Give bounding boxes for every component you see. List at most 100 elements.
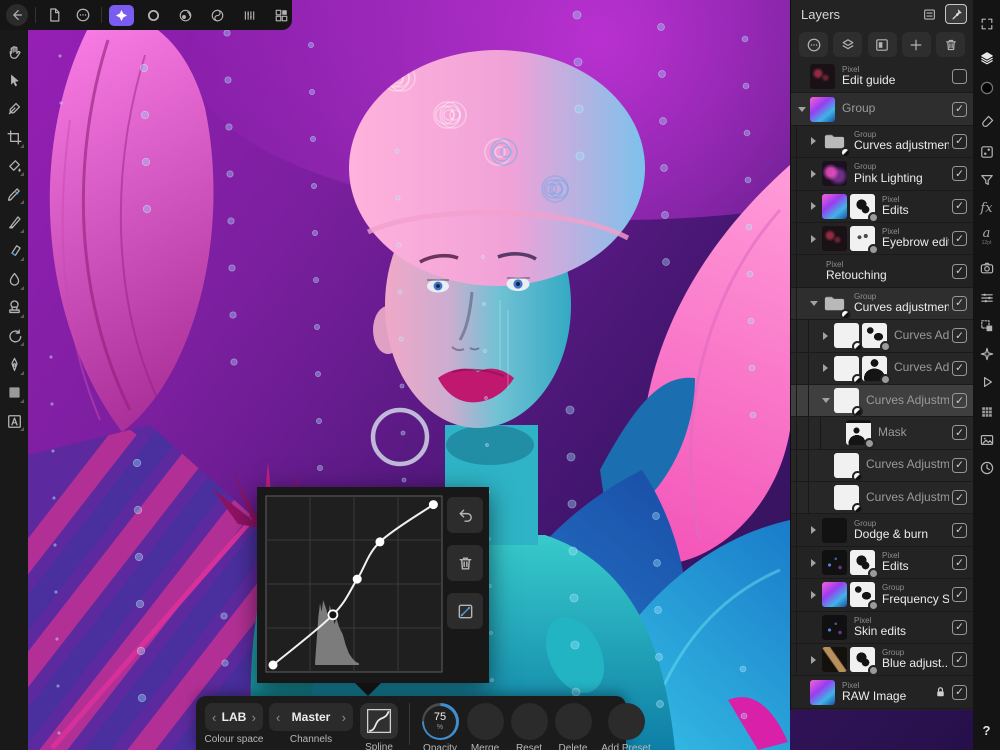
layer-row[interactable]: Pixel RAW Image ✓ — [791, 676, 973, 709]
visibility-checkbox[interactable]: ✓ — [952, 166, 967, 182]
layer-row[interactable]: Pixel Edits ✓ — [791, 546, 973, 580]
disclosure-toggle[interactable] — [808, 235, 819, 243]
disclosure-toggle[interactable] — [808, 202, 819, 210]
mask-button[interactable] — [867, 32, 897, 57]
smudge-tool[interactable] — [1, 265, 27, 293]
layer-row[interactable]: PixelEyebrow edits✓ — [791, 222, 973, 256]
visibility-checkbox[interactable]: ✓ — [952, 295, 967, 311]
clone-stamp-tool[interactable] — [1, 294, 27, 322]
visibility-checkbox[interactable]: ✓ — [952, 198, 967, 214]
layer-row[interactable]: GroupCurves adjustments✓ — [791, 287, 973, 321]
shape-tool[interactable] — [1, 379, 27, 407]
adjustments-panel-button[interactable] — [973, 140, 1000, 164]
more-menu-button[interactable] — [72, 4, 94, 26]
pin-panel-button[interactable] — [945, 4, 967, 24]
undo-curve-button[interactable] — [447, 497, 483, 533]
visibility-checkbox[interactable]: ✓ — [952, 231, 967, 247]
layer-row[interactable]: Curves Adjustme...✓ — [791, 384, 973, 418]
colour-space-stepper[interactable]: ‹ LAB › — [205, 703, 263, 731]
photo-persona-button[interactable] — [109, 4, 134, 26]
layer-row[interactable]: Curves Adj...✓ — [791, 320, 973, 353]
delete-node-button[interactable] — [447, 545, 483, 581]
back-button[interactable] — [6, 4, 28, 26]
layer-row[interactable]: Curves Adjustme...✓ — [791, 449, 973, 483]
channels-panel-button[interactable] — [973, 286, 1000, 310]
merge-button[interactable] — [466, 703, 504, 740]
disclosure-toggle[interactable] — [820, 364, 831, 372]
gradient-tool[interactable] — [1, 180, 27, 208]
liveframe-panel-button[interactable] — [973, 256, 1000, 280]
chevron-left-icon[interactable]: ‹ — [212, 710, 216, 725]
visibility-checkbox[interactable]: ✓ — [952, 360, 967, 376]
disclosure-toggle[interactable] — [808, 656, 819, 664]
channels-stepper[interactable]: ‹ Master › — [269, 703, 353, 731]
erase-brush-tool[interactable] — [1, 237, 27, 265]
opacity-dial[interactable]: 75 % — [421, 703, 459, 740]
layer-more-options-button[interactable] — [799, 32, 828, 57]
layer-row[interactable]: Group Dodge & burn ✓ — [791, 514, 973, 547]
disclosure-toggle[interactable] — [808, 591, 819, 599]
visibility-checkbox[interactable]: ✓ — [952, 522, 967, 538]
flood-fill-tool[interactable] — [1, 152, 27, 180]
liquify-persona-button[interactable] — [237, 5, 262, 26]
layer-row[interactable]: GroupCurves adjustments✓ — [791, 125, 973, 159]
layer-row[interactable]: Pixel Edits ✓ — [791, 190, 973, 223]
layers-panel-button[interactable] — [973, 46, 1000, 70]
delete-layer-button[interactable] — [936, 32, 965, 57]
visibility-checkbox[interactable]: ✓ — [952, 393, 967, 409]
chevron-right-icon[interactable]: › — [252, 710, 256, 725]
history-panel-button[interactable] — [973, 456, 1000, 480]
visibility-checkbox[interactable]: ✓ — [952, 587, 967, 603]
swatches-panel-button[interactable] — [973, 400, 1000, 424]
history-brush-tool[interactable] — [1, 322, 27, 350]
visibility-checkbox[interactable]: ✓ — [952, 133, 967, 149]
help-button[interactable]: ? — [973, 718, 1000, 742]
layer-row[interactable]: GroupFrequency S...✓ — [791, 579, 973, 612]
layer-fx-panel-button[interactable]: fx — [973, 196, 1000, 220]
layer-row[interactable]: Pixel Skin edits ✓ — [791, 611, 973, 645]
layer-row[interactable]: Curves Adj...✓ — [791, 352, 973, 385]
tone-mapping-persona-button[interactable] — [205, 5, 230, 26]
disclosure-toggle[interactable] — [820, 398, 831, 403]
visibility-checkbox[interactable]: ✓ — [952, 457, 967, 473]
macros-panel-button[interactable] — [973, 370, 1000, 394]
navigator-panel-button[interactable] — [973, 342, 1000, 366]
disclosure-toggle[interactable] — [808, 170, 819, 178]
crop-tool[interactable] — [1, 123, 27, 151]
curves-graph[interactable] — [265, 495, 443, 673]
disclosure-toggle[interactable] — [796, 107, 807, 112]
disclosure-toggle[interactable] — [808, 526, 819, 534]
chevron-left-icon[interactable]: ‹ — [276, 710, 280, 725]
transform-panel-button[interactable] — [973, 314, 1000, 338]
disclosure-toggle[interactable] — [808, 137, 819, 145]
selections-persona-button[interactable] — [141, 5, 166, 26]
layer-row[interactable]: Pixel Retouching ✓ — [791, 255, 973, 288]
document-menu-button[interactable] — [43, 4, 65, 26]
stock-panel-button[interactable] — [973, 428, 1000, 452]
pen-tool[interactable] — [1, 350, 27, 378]
export-persona-button[interactable] — [269, 5, 294, 26]
layer-options-button[interactable] — [918, 4, 940, 24]
expand-panel-button[interactable] — [973, 12, 1000, 36]
brushes-panel-button[interactable] — [973, 110, 1000, 134]
visibility-checkbox[interactable]: ✓ — [952, 328, 967, 344]
disclosure-toggle[interactable] — [808, 559, 819, 567]
visibility-checkbox[interactable]: ✓ — [952, 652, 967, 668]
blemish-removal-tool[interactable] — [1, 208, 27, 236]
move-tool[interactable] — [1, 66, 27, 94]
layer-row[interactable]: Mask ✓ — [791, 417, 973, 450]
chevron-right-icon[interactable]: › — [342, 710, 346, 725]
visibility-checkbox[interactable]: ✓ — [952, 490, 967, 506]
text-panel-button[interactable]: a 12pt — [973, 224, 1000, 248]
layer-row[interactable]: Group ✓ — [791, 93, 973, 126]
delete-button[interactable] — [554, 703, 592, 740]
layer-row[interactable]: Pixel Edit guide — [791, 61, 973, 94]
visibility-checkbox[interactable]: ✓ — [952, 263, 967, 279]
develop-persona-button[interactable] — [173, 5, 198, 26]
disclosure-toggle[interactable] — [808, 301, 819, 306]
filters-panel-button[interactable] — [973, 168, 1000, 192]
reset-button[interactable] — [510, 703, 548, 740]
visibility-checkbox[interactable]: ✓ — [952, 101, 967, 117]
visibility-checkbox[interactable]: ✓ — [952, 684, 967, 700]
visibility-checkbox[interactable]: ✓ — [952, 619, 967, 635]
